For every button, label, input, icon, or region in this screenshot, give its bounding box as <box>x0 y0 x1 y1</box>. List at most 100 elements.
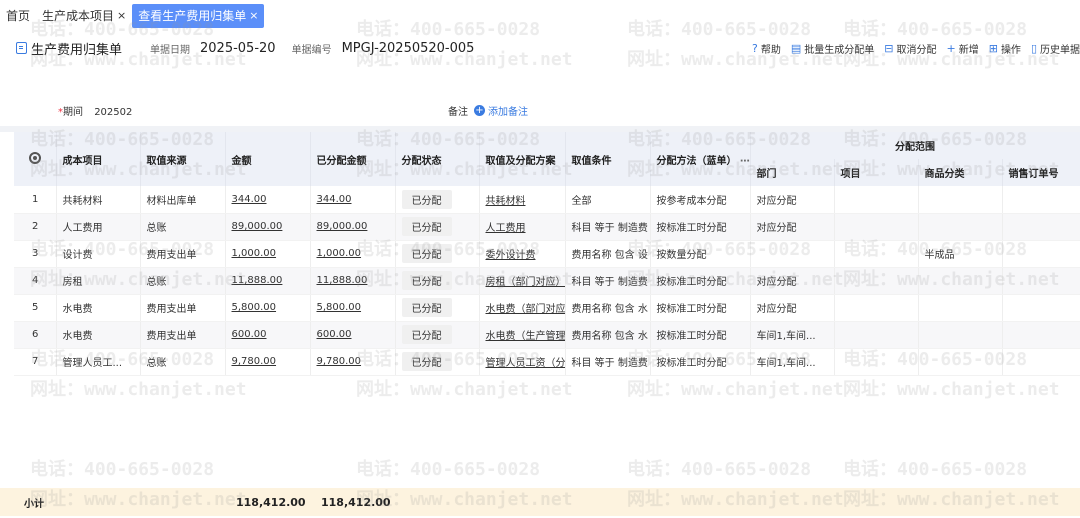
cell-allocated-amount[interactable]: 89,000.00 <box>310 213 396 241</box>
toolbar: ? 帮助 ▤ 批量生成分配单 ⊟ 取消分配 + 新增 ⊞ 操作 ▯ 历史单据 <box>752 36 1080 60</box>
cell-text: 1,000.00 <box>231 248 277 259</box>
cell-allocated-amount[interactable]: 11,888.00 <box>310 267 396 295</box>
subtotal-amount: 118,412.00 <box>236 495 306 509</box>
cell-text: 对应分配 <box>756 195 797 207</box>
tab-label: 查看生产费用归集单 <box>138 9 247 23</box>
cell-text: 3 <box>32 248 39 259</box>
toolbar-button-1[interactable]: ▤ 批量生成分配单 <box>791 41 874 56</box>
watermark-site: 网址：www.chanjet.net <box>627 379 844 400</box>
cell-cost-item: 设计费 <box>56 240 141 268</box>
cell-text: 总账 <box>146 223 167 234</box>
document-header: 生产费用归集单 单据日期 2025-05-20 单据编号 MPGJ-202505… <box>0 36 1080 60</box>
column-settings[interactable] <box>14 132 57 186</box>
cell-text: 6 <box>32 329 39 340</box>
add-remark-label: 添加备注 <box>488 107 528 118</box>
cell-status: 已分配 <box>395 186 480 214</box>
cell-scheme[interactable]: 委外设计费 <box>479 240 566 268</box>
grid-icon: ⊞ <box>988 41 998 55</box>
cell-product-category <box>918 348 1003 376</box>
table-row[interactable]: 7 管理人员工... 总账 9,780.00 9,780.00 已分配 管理人员工资（分） 科… <box>14 348 1080 376</box>
col-product-category: 商品分类 <box>918 159 1003 186</box>
table-row[interactable]: 6 水电费 费用支出单 600.00 600.00 已分配 水电费（生产管理） 费用名称 包含… <box>14 321 1080 349</box>
cell-text: 共耗材料 <box>485 195 526 207</box>
cell-text: 已分配 <box>401 189 452 209</box>
remark-field: 备注 + 添加备注 <box>448 103 528 118</box>
cell-text: 7 <box>32 356 39 367</box>
cell-condition: 科目 等于 制造费 <box>565 267 651 295</box>
cell-amount[interactable]: 89,000.00 <box>225 213 311 241</box>
cell-text: 已分配 <box>401 217 452 236</box>
more-icon[interactable]: ⋯ <box>740 156 749 167</box>
subtotal-row: 小计 118,412.00 118,412.00 <box>0 488 1080 516</box>
date-value: 2025-05-20 <box>200 40 276 56</box>
table-row[interactable]: 3 设计费 费用支出单 1,000.00 1,000.00 已分配 委外设计费 费用名称 包含… <box>14 240 1080 268</box>
cell-allocated-amount[interactable]: 5,800.00 <box>310 294 396 322</box>
cell-amount[interactable]: 600.00 <box>225 321 311 349</box>
cell-row-index: 3 <box>14 240 57 268</box>
table-row[interactable]: 5 水电费 费用支出单 5,800.00 5,800.00 已分配 水电费（部门对应） 费用名… <box>14 294 1080 322</box>
table-row[interactable]: 4 房租 总账 11,888.00 11,888.00 已分配 房租（部门对应） 科目 等于 … <box>14 267 1080 295</box>
cell-text: 5,800.00 <box>316 302 362 313</box>
subtotal-label: 小计 <box>24 498 44 510</box>
cell-text: 11,888.00 <box>231 275 283 286</box>
cell-text: 2 <box>32 221 39 232</box>
table-row[interactable]: 1 共耗材料 材料出库单 344.00 344.00 已分配 共耗材料 全部 按参考成本分配 对应… <box>14 186 1080 214</box>
cell-allocated-amount[interactable]: 600.00 <box>310 321 396 349</box>
cell-scheme[interactable]: 管理人员工资（分） <box>479 348 566 376</box>
close-icon[interactable]: × <box>249 4 258 28</box>
toolbar-button-5[interactable]: ▯ 历史单据 <box>1031 41 1080 56</box>
cell-allocated-amount[interactable]: 344.00 <box>310 186 396 214</box>
cell-cost-item: 水电费 <box>56 321 141 349</box>
toolbar-button-0[interactable]: ? 帮助 <box>752 41 781 56</box>
cell-row-index: 6 <box>14 321 57 349</box>
add-remark-button[interactable]: + 添加备注 <box>474 103 528 118</box>
cell-method: 按数量分配 <box>650 240 751 268</box>
tab-0[interactable]: 首页 <box>0 4 36 28</box>
cell-text: 水电费（生产管理） <box>485 331 565 342</box>
cell-amount[interactable]: 5,800.00 <box>225 294 311 322</box>
cell-project <box>834 267 919 295</box>
cell-scheme[interactable]: 共耗材料 <box>479 186 566 214</box>
cell-method: 按标准工时分配 <box>650 321 751 349</box>
cell-condition: 科目 等于 制造费 <box>565 213 651 241</box>
cell-text: 科目 等于 制造费 <box>571 223 648 234</box>
cell-source: 材料出库单 <box>140 186 226 214</box>
cell-text: 科目 等于 制造费 <box>571 358 648 369</box>
cell-source: 总账 <box>140 348 226 376</box>
cell-department: 对应分配 <box>750 294 835 322</box>
toolbar-button-4[interactable]: ⊞ 操作 <box>989 41 1021 56</box>
cell-product-category <box>918 321 1003 349</box>
cell-scheme[interactable]: 房租（部门对应） <box>479 267 566 295</box>
cell-amount[interactable]: 11,888.00 <box>225 267 311 295</box>
cell-allocated-amount[interactable]: 1,000.00 <box>310 240 396 268</box>
gear-icon <box>28 151 41 164</box>
cell-amount[interactable]: 1,000.00 <box>225 240 311 268</box>
cell-amount[interactable]: 344.00 <box>225 186 311 214</box>
tab-label: 首页 <box>6 9 31 23</box>
cell-scheme[interactable]: 人工费用 <box>479 213 566 241</box>
document-icon <box>16 42 27 54</box>
period-value[interactable]: 202502 <box>94 107 132 118</box>
cell-allocated-amount[interactable]: 9,780.00 <box>310 348 396 376</box>
toolbar-button-2[interactable]: ⊟ 取消分配 <box>884 41 936 56</box>
cell-text: 人工费用 <box>62 223 103 234</box>
cell-cost-item: 水电费 <box>56 294 141 322</box>
cell-project <box>834 294 919 322</box>
cell-scheme[interactable]: 水电费（部门对应） <box>479 294 566 322</box>
tab-1[interactable]: 生产成本项目 × <box>36 4 132 28</box>
col-condition: 取值条件 <box>565 132 651 186</box>
cell-text: 已分配 <box>401 244 452 263</box>
cell-sales-order <box>1002 186 1080 214</box>
table-row[interactable]: 2 人工费用 总账 89,000.00 89,000.00 已分配 人工费用 科目 等于 制造… <box>14 213 1080 241</box>
cell-scheme[interactable]: 水电费（生产管理） <box>479 321 566 349</box>
cell-condition: 费用名称 包含 水 <box>565 321 651 349</box>
cell-amount[interactable]: 9,780.00 <box>225 348 311 376</box>
cell-text: 已分配 <box>401 325 452 344</box>
cell-text: 89,000.00 <box>231 221 283 232</box>
tab-2[interactable]: 查看生产费用归集单 × <box>132 4 265 28</box>
toolbar-button-3[interactable]: + 新增 <box>947 41 979 56</box>
number-value: MPGJ-20250520-005 <box>341 40 475 56</box>
close-icon[interactable]: × <box>117 4 126 28</box>
cell-text: 按标准工时分配 <box>656 223 727 234</box>
cell-project <box>834 348 919 376</box>
